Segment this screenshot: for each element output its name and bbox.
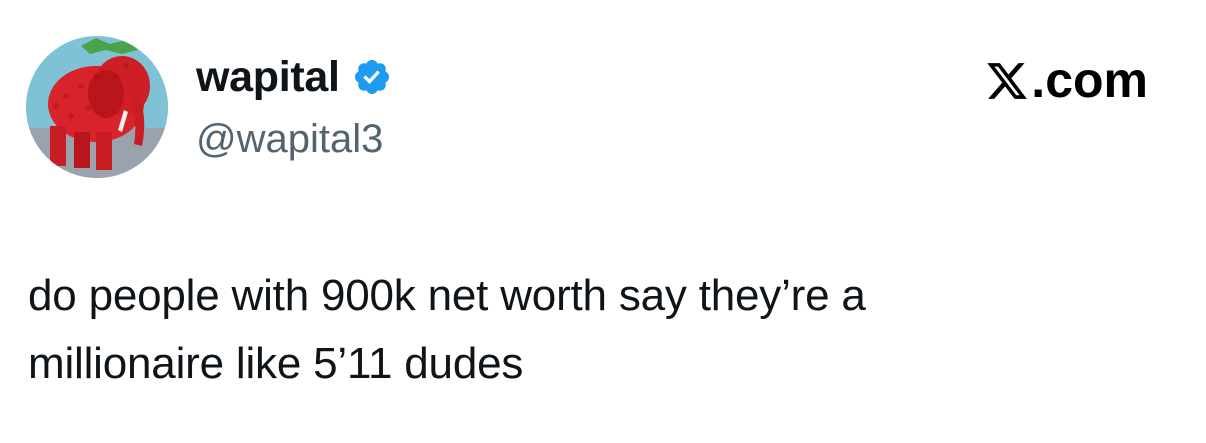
site-domain: .com [1031, 52, 1148, 108]
display-name[interactable]: wapital [196, 52, 340, 102]
avatar[interactable] [26, 36, 168, 178]
red-elephant-avatar [26, 36, 168, 178]
site-label: .com [985, 52, 1148, 108]
author-name-row[interactable]: wapital [196, 52, 392, 102]
tweet-text: do people with 900k net worth say they’r… [28, 271, 866, 388]
tweet-card: wapital @wapital3 .com do people with 90… [0, 0, 1206, 443]
verified-badge-icon [352, 57, 392, 97]
x-logo-icon [985, 58, 1029, 102]
author-handle[interactable]: @wapital3 [196, 114, 383, 164]
